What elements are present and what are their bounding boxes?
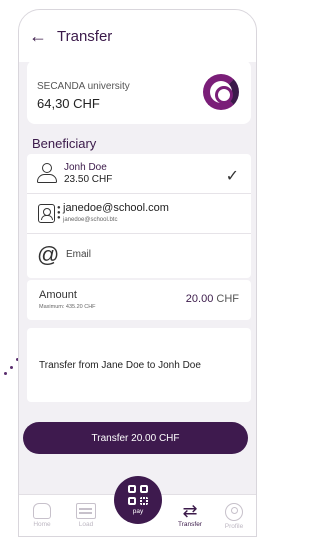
- wallet-balance: 64,30 CHF: [37, 96, 100, 111]
- wallet-card[interactable]: SECANDA university 64,30 CHF: [27, 60, 251, 124]
- beneficiary-amount: 23.50 CHF: [64, 174, 113, 185]
- checkmark-icon: ✓: [225, 168, 239, 185]
- pay-label: pay: [132, 508, 144, 515]
- tab-home-label: Home: [33, 521, 51, 528]
- message-field[interactable]: Transfer from Jane Doe to Jonh Doe: [27, 328, 251, 402]
- message-text: Transfer from Jane Doe to Jonh Doe: [39, 360, 201, 371]
- amount-field[interactable]: Amount Maximum: 435.20 CHF 20.00 CHF: [27, 280, 251, 320]
- tab-load-label: Load: [78, 521, 94, 528]
- beneficiary-name: Jonh Doe: [64, 162, 107, 173]
- contact-email: janedoe@school.com: [63, 202, 169, 214]
- tab-profile-label: Profile: [224, 523, 244, 530]
- contact-card-icon: [38, 204, 55, 223]
- beneficiary-list: Jonh Doe 23.50 CHF ✓ ● ● ● janedoe@school.…: [27, 154, 251, 278]
- home-icon: [33, 503, 51, 519]
- transfer-submit-button[interactable]: Transfer 20.00 CHF: [23, 422, 248, 454]
- contact-sub: janedoe@school.btc: [63, 217, 118, 223]
- page-title: Transfer: [57, 27, 113, 45]
- beneficiary-heading: Beneficiary: [32, 136, 97, 151]
- transfer-arrows-icon: ⇄: [182, 501, 198, 521]
- top-bar: ← Transfer: [19, 10, 256, 62]
- email-option-label: Email: [66, 249, 92, 260]
- qr-code-icon: [128, 485, 148, 505]
- app-screen: ← Transfer SECANDA university 64,30 CHF …: [18, 9, 257, 537]
- amount-value: 20.00: [185, 293, 214, 305]
- beneficiary-item-selected[interactable]: Jonh Doe 23.50 CHF ✓: [27, 154, 251, 194]
- secanda-logo-icon: [203, 74, 239, 110]
- beneficiary-item-email[interactable]: @ Email: [27, 234, 251, 278]
- beneficiary-item-contact[interactable]: ● ● ● janedoe@school.com janedoe@school.bt…: [27, 194, 251, 234]
- tab-profile[interactable]: Profile: [217, 503, 251, 530]
- tab-load[interactable]: Load: [69, 503, 103, 528]
- amount-label: Amount: [39, 289, 77, 301]
- tab-transfer[interactable]: ⇄ Transfer: [173, 501, 207, 528]
- person-icon: [37, 163, 57, 185]
- amount-value-group: 20.00 CHF: [186, 293, 239, 305]
- amount-currency: CHF: [216, 293, 239, 305]
- profile-icon: [225, 503, 243, 521]
- back-arrow-icon[interactable]: ←: [29, 26, 51, 47]
- wallet-icon: [76, 503, 96, 519]
- wallet-name: SECANDA university: [37, 81, 130, 92]
- contact-tabs-icon: ● ● ●: [57, 205, 61, 221]
- tab-transfer-label: Transfer: [178, 521, 202, 528]
- at-sign-icon: @: [37, 242, 60, 267]
- amount-maximum: Maximum: 435.20 CHF: [39, 304, 96, 310]
- tab-home[interactable]: Home: [25, 503, 59, 528]
- pay-button[interactable]: pay: [114, 476, 162, 524]
